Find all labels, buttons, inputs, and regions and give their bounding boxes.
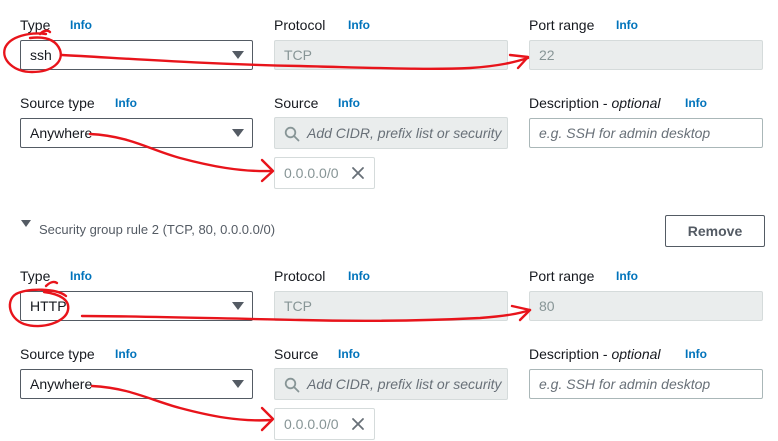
source-type-info-link[interactable]: Info xyxy=(115,345,137,363)
source-label: Source xyxy=(274,346,319,362)
protocol-label: Protocol xyxy=(274,268,326,284)
port-range-field: 22 xyxy=(529,40,763,70)
source-cidr-token-label: 0.0.0.0/0 xyxy=(284,416,339,432)
protocol-value: TCP xyxy=(284,298,312,314)
source-type-select[interactable]: Anywhere xyxy=(20,118,253,148)
description-info-link[interactable]: Info xyxy=(685,94,707,112)
source-type-label: Source type xyxy=(20,95,95,111)
type-label: Type xyxy=(20,268,51,284)
type-label: Type xyxy=(20,17,51,33)
port-range-value: 22 xyxy=(539,47,555,63)
description-input[interactable]: e.g. SSH for admin desktop xyxy=(529,118,763,148)
remove-button[interactable]: Remove xyxy=(665,215,765,247)
type-select-value: ssh xyxy=(30,47,52,63)
type-select[interactable]: HTTP xyxy=(20,291,253,321)
type-select[interactable]: ssh xyxy=(20,40,253,70)
source-type-label: Source type xyxy=(20,346,95,362)
description-label: Description - optional xyxy=(529,95,661,111)
port-range-info-link[interactable]: Info xyxy=(616,267,638,285)
source-cidr-token: 0.0.0.0/0 xyxy=(274,408,375,440)
chevron-down-icon xyxy=(232,51,244,59)
protocol-info-link[interactable]: Info xyxy=(348,267,370,285)
close-icon[interactable] xyxy=(351,417,365,431)
port-range-field: 80 xyxy=(529,291,763,321)
rule-2-header: Security group rule 2 (TCP, 80, 0.0.0.0/… xyxy=(39,222,276,237)
description-input[interactable]: e.g. SSH for admin desktop xyxy=(529,369,763,399)
type-info-link[interactable]: Info xyxy=(70,16,92,34)
source-info-link[interactable]: Info xyxy=(338,345,360,363)
port-range-label: Port range xyxy=(529,268,595,284)
source-type-select-value: Anywhere xyxy=(30,125,93,141)
source-cidr-token: 0.0.0.0/0 xyxy=(274,157,375,189)
protocol-value: TCP xyxy=(284,47,312,63)
close-icon[interactable] xyxy=(351,166,365,180)
description-label: Description - optional xyxy=(529,346,661,362)
chevron-down-icon xyxy=(232,380,244,388)
port-range-label: Port range xyxy=(529,17,595,33)
source-cidr-token-label: 0.0.0.0/0 xyxy=(284,165,339,181)
source-search-input[interactable]: Add CIDR, prefix list or security xyxy=(274,117,508,149)
source-type-info-link[interactable]: Info xyxy=(115,94,137,112)
protocol-label: Protocol xyxy=(274,17,326,33)
port-range-value: 80 xyxy=(539,298,555,314)
type-info-link[interactable]: Info xyxy=(70,267,92,285)
source-search-placeholder: Add CIDR, prefix list or security xyxy=(307,376,502,392)
protocol-field: TCP xyxy=(274,291,508,321)
source-type-select-value: Anywhere xyxy=(30,376,93,392)
expand-triangle-icon[interactable] xyxy=(21,220,31,227)
chevron-down-icon xyxy=(232,302,244,310)
port-range-info-link[interactable]: Info xyxy=(616,16,638,34)
security-group-rules: Type Info Protocol Info Port range Info … xyxy=(0,0,778,441)
source-search-placeholder: Add CIDR, prefix list or security xyxy=(307,125,502,141)
protocol-field: TCP xyxy=(274,40,508,70)
chevron-down-icon xyxy=(232,129,244,137)
source-info-link[interactable]: Info xyxy=(338,94,360,112)
type-select-value: HTTP xyxy=(30,298,67,314)
description-placeholder: e.g. SSH for admin desktop xyxy=(539,376,711,392)
protocol-info-link[interactable]: Info xyxy=(348,16,370,34)
search-icon xyxy=(284,377,300,393)
source-label: Source xyxy=(274,95,319,111)
source-type-select[interactable]: Anywhere xyxy=(20,369,253,399)
search-icon xyxy=(284,126,300,142)
source-search-input[interactable]: Add CIDR, prefix list or security xyxy=(274,368,508,400)
description-placeholder: e.g. SSH for admin desktop xyxy=(539,125,711,141)
description-info-link[interactable]: Info xyxy=(685,345,707,363)
